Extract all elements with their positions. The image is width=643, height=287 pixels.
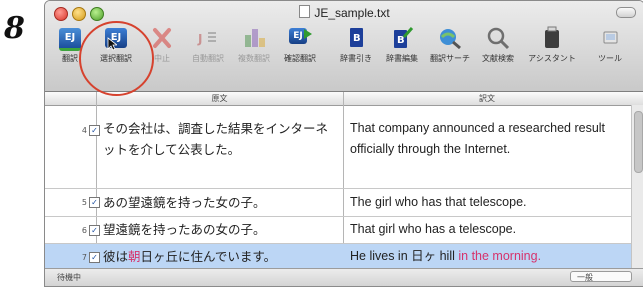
target-text[interactable]: The girl who has that telescope. xyxy=(350,192,630,213)
mode-select[interactable]: 一般 xyxy=(570,271,632,282)
dictionary-edit-icon: B xyxy=(388,25,416,51)
toolbar-button-assistant[interactable]: アシスタント xyxy=(527,21,577,64)
dictionary-lookup-icon: B xyxy=(342,25,370,51)
source-text[interactable]: あの望遠鏡を持った女の子。 xyxy=(103,192,339,213)
table-row[interactable]: 6 ✓ 望遠鏡を持ったあの女の子。 That girl who has a te… xyxy=(45,217,632,244)
tool-icon xyxy=(596,25,624,51)
target-text[interactable]: He lives in 日ヶ hill in the morning. xyxy=(350,246,630,267)
translation-search-icon xyxy=(436,25,464,51)
source-text[interactable]: 望遠鏡を持ったあの女の子。 xyxy=(103,219,339,240)
target-text[interactable]: That girl who has a telescope. xyxy=(350,219,630,240)
toolbar-button-translate[interactable]: EJ 翻訳 xyxy=(45,21,95,64)
toolbar-button-translation-search[interactable]: 翻訳サーチ xyxy=(425,21,475,64)
window-chrome: JE_sample.txt EJ 翻訳 EJ 選択翻訳 中止 J 自動翻訳 複数… xyxy=(45,1,643,92)
svg-text:J: J xyxy=(197,32,202,46)
toolbar-button-multi-translate[interactable]: 複数翻訳 xyxy=(229,21,279,64)
row-number: 5 xyxy=(81,198,87,207)
row-number: 6 xyxy=(81,226,87,235)
app-window: JE_sample.txt EJ 翻訳 EJ 選択翻訳 中止 J 自動翻訳 複数… xyxy=(44,0,643,287)
confirm-translate-icon: EJ xyxy=(286,25,314,51)
column-header-target[interactable]: 訳文 xyxy=(345,93,629,104)
status-text: 待機中 xyxy=(57,273,81,282)
toolbar-button-dictionary-edit[interactable]: B 辞書編集 xyxy=(377,21,427,64)
table-row[interactable]: 5 ✓ あの望遠鏡を持った女の子。 The girl who has that … xyxy=(45,189,632,217)
row-checkbox[interactable]: ✓ xyxy=(89,125,100,136)
stop-icon xyxy=(148,25,176,51)
toolbar: EJ 翻訳 EJ 選択翻訳 中止 J 自動翻訳 複数翻訳 EJ 確認翻訳 B 辞… xyxy=(45,21,643,71)
column-header-source[interactable]: 原文 xyxy=(97,93,342,104)
highlighted-phrase: in the morning. xyxy=(458,249,542,263)
multi-translate-icon xyxy=(240,25,268,51)
toolbar-button-document-search[interactable]: 文献検索 xyxy=(473,21,523,64)
translate-icon: EJ xyxy=(56,25,84,51)
column-header: 原文 訳文 xyxy=(45,92,643,106)
toolbar-button-stop[interactable]: 中止 xyxy=(137,21,187,64)
highlighted-word: 朝 xyxy=(128,249,141,264)
row-number: 4 xyxy=(81,126,87,135)
row-checkbox[interactable]: ✓ xyxy=(89,252,100,263)
row-checkbox[interactable]: ✓ xyxy=(89,197,100,208)
toolbar-button-auto-translate[interactable]: J 自動翻訳 xyxy=(183,21,233,64)
assistant-icon xyxy=(538,25,566,51)
table-row[interactable]: 4 ✓ その会社は、調査した結果をインターネットを介して公表した。 That c… xyxy=(45,114,632,189)
auto-translate-icon: J xyxy=(194,25,222,51)
toolbar-button-tool[interactable]: ツール xyxy=(585,21,635,64)
svg-text:B: B xyxy=(353,33,361,44)
toolbar-button-dictionary-lookup[interactable]: B 辞書引き xyxy=(331,21,381,64)
scrollbar-thumb[interactable] xyxy=(634,111,643,173)
toolbar-button-confirm-translate[interactable]: EJ 確認翻訳 xyxy=(275,21,325,64)
document-search-icon xyxy=(484,25,512,51)
vertical-scrollbar[interactable] xyxy=(631,105,643,268)
document-icon xyxy=(299,5,311,18)
mouse-cursor-icon xyxy=(107,37,117,51)
window-title: JE_sample.txt xyxy=(45,5,643,20)
target-text[interactable]: That company announced a researched resu… xyxy=(350,118,630,160)
table-row-selected[interactable]: 7 ✓ 彼は朝日ヶ丘に住んでいます。 He lives in 日ヶ hill i… xyxy=(45,244,632,271)
row-number: 7 xyxy=(81,253,87,262)
svg-text:B: B xyxy=(397,35,405,46)
step-number: 8 xyxy=(4,11,25,46)
source-text[interactable]: その会社は、調査した結果をインターネットを介して公表した。 xyxy=(103,118,339,160)
status-bar: 待機中 一般 xyxy=(45,268,643,286)
row-checkbox[interactable]: ✓ xyxy=(89,225,100,236)
source-text[interactable]: 彼は朝日ヶ丘に住んでいます。 xyxy=(103,246,339,267)
